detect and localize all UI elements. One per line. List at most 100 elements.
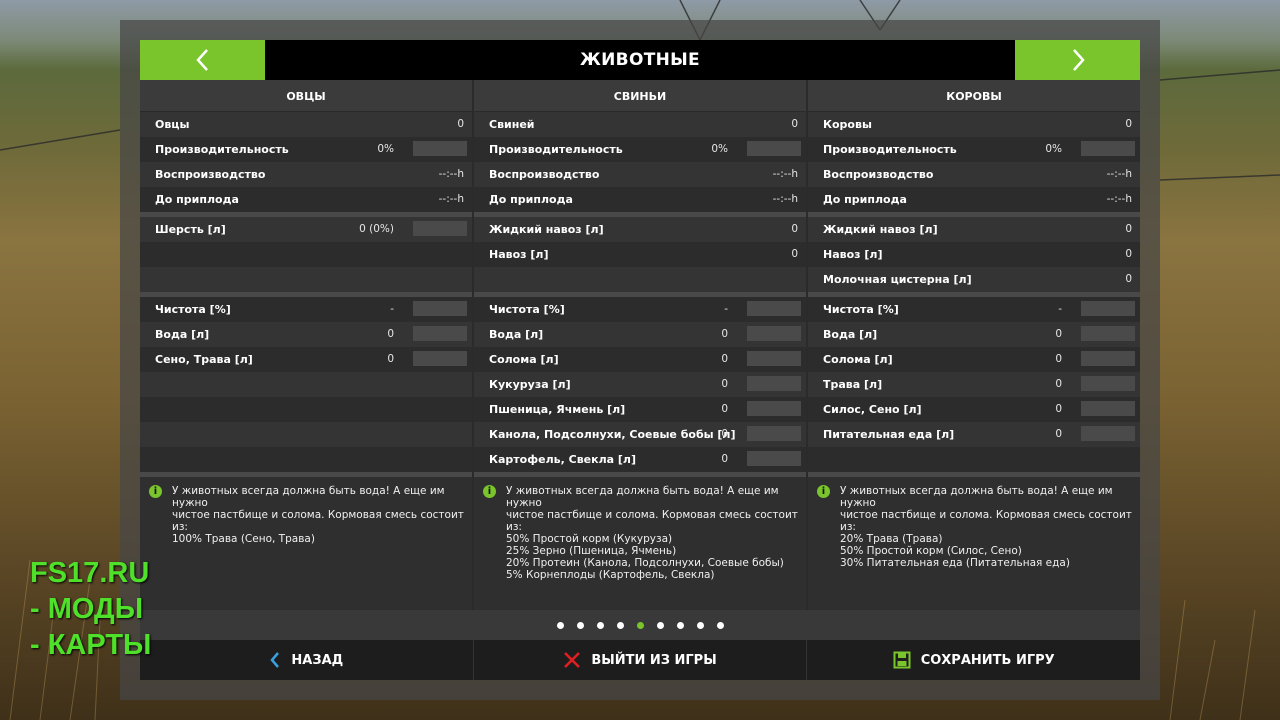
close-x-icon [564, 652, 581, 668]
level-bar [747, 451, 801, 466]
column-header: СВИНЬИ [474, 80, 806, 112]
level-bar [1081, 351, 1135, 366]
stat-row: Производительность 0% [808, 137, 1140, 162]
animal-column: КОРОВЫ Коровы 0 Производительность 0% Воспрои… [808, 80, 1140, 610]
info-line: 50% Простой корм (Силос, Сено) [840, 545, 1022, 557]
level-bar [413, 141, 467, 156]
info-line: из: [840, 521, 856, 533]
stat-value: --:--h [438, 193, 464, 205]
stat-label: Чистота [%] [489, 303, 565, 316]
info-line: чистое пастбище и солома. Кормовая смесь… [506, 509, 798, 521]
animals-panel: ЖИВОТНЫЕ ОВЦЫ Овцы 0 Производительность 0% Во… [140, 40, 1140, 680]
stat-label: Жидкий навоз [л] [823, 223, 938, 236]
watermark: FS17.RU - МОДЫ - КАРТЫ [30, 555, 151, 663]
stat-row: Чистота [%] - [140, 297, 472, 322]
watermark-line: - МОДЫ [30, 593, 144, 625]
stat-row: Трава [л] 0 [808, 372, 1140, 397]
page-dot[interactable] [596, 621, 604, 629]
stat-value: 0 [1055, 353, 1062, 365]
stat-value: 0 [721, 453, 728, 465]
level-bar [747, 426, 801, 441]
next-page-button[interactable] [1015, 40, 1140, 80]
stat-row [140, 267, 472, 292]
stat-row: Канола, Подсолнухи, Соевые бобы [л] 0 [474, 422, 806, 447]
page-dot[interactable] [576, 621, 584, 629]
info-line [840, 569, 1132, 581]
stat-row: Воспроизводство --:--h [808, 162, 1140, 187]
floppy-disk-icon [893, 651, 911, 669]
stat-label: Канола, Подсолнухи, Соевые бобы [л] [489, 428, 736, 441]
stat-row [474, 267, 806, 292]
level-bar [747, 401, 801, 416]
page-dot[interactable] [696, 621, 704, 629]
info-line: из: [172, 521, 188, 533]
info-line: 20% Протеин (Канола, Подсолнухи, Соевые … [506, 557, 784, 569]
back-button[interactable]: НАЗАД [140, 640, 474, 680]
stat-label: Трава [л] [823, 378, 883, 391]
stat-row: Солома [л] 0 [808, 347, 1140, 372]
stat-value: - [1058, 303, 1062, 315]
info-line: чистое пастбище и солома. Кормовая смесь… [172, 509, 464, 521]
watermark-line: FS17.RU [30, 557, 150, 589]
stat-label: Сено, Трава [л] [155, 353, 253, 366]
stat-row: Производительность 0% [474, 137, 806, 162]
stat-value: 0% [711, 143, 728, 155]
save-label: СОХРАНИТЬ ИГРУ [920, 652, 1055, 668]
level-bar [413, 221, 467, 236]
stat-label: Воспроизводство [155, 168, 266, 181]
stat-row [140, 447, 472, 472]
level-bar [1081, 426, 1135, 441]
stat-value: 0 [721, 353, 728, 365]
stat-value: 0 [1055, 378, 1062, 390]
stat-label: Чистота [%] [155, 303, 231, 316]
page-dot[interactable] [676, 621, 684, 629]
stat-label: Чистота [%] [823, 303, 899, 316]
info-line: 100% Трава (Сено, Трава) [172, 533, 315, 545]
stat-row: Навоз [л] 0 [474, 242, 806, 267]
level-bar [413, 351, 467, 366]
info-line: У животных всегда должна быть вода! А ещ… [506, 485, 779, 509]
page-dot[interactable] [616, 621, 624, 629]
info-line: 20% Трава (Трава) [840, 533, 943, 545]
stat-label: Производительность [489, 143, 623, 156]
animal-column: СВИНЬИ Свиней 0 Производительность 0% Воспрои… [474, 80, 806, 610]
stat-row: Силос, Сено [л] 0 [808, 397, 1140, 422]
stat-value: 0 [721, 378, 728, 390]
stat-row: Пшеница, Ячмень [л] 0 [474, 397, 806, 422]
info-icon: i [483, 485, 496, 498]
page-dot[interactable] [716, 621, 724, 629]
stat-label: Жидкий навоз [л] [489, 223, 604, 236]
page-dot[interactable] [556, 621, 564, 629]
stat-value: 0 [1125, 248, 1132, 260]
stat-row: Солома [л] 0 [474, 347, 806, 372]
stat-value: 0 [721, 428, 728, 440]
stat-value: 0 [1125, 223, 1132, 235]
info-line: 25% Зерно (Пшеница, Ячмень) [506, 545, 677, 557]
stat-value: 0 [457, 118, 464, 130]
info-line: 50% Простой корм (Кукуруза) [506, 533, 673, 545]
stat-row: До приплода --:--h [474, 187, 806, 212]
page-dot[interactable] [656, 621, 664, 629]
stat-label: Питательная еда [л] [823, 428, 955, 441]
info-text: i У животных всегда должна быть вода! А е… [140, 477, 472, 574]
page-dot[interactable] [636, 621, 644, 629]
stat-row: Жидкий навоз [л] 0 [808, 217, 1140, 242]
stat-row [808, 447, 1140, 472]
stat-label: Производительность [823, 143, 957, 156]
stat-value: 0 [1055, 328, 1062, 340]
info-line: У животных всегда должна быть вода! А ещ… [172, 485, 445, 509]
stat-label: Навоз [л] [823, 248, 883, 261]
stat-value: --:--h [772, 168, 798, 180]
stat-value: 0 [1125, 118, 1132, 130]
stat-value: 0 (0%) [359, 223, 394, 235]
stat-value: 0 [1055, 428, 1062, 440]
stat-row: Кукуруза [л] 0 [474, 372, 806, 397]
stat-label: Солома [л] [489, 353, 559, 366]
prev-page-button[interactable] [140, 40, 265, 80]
stat-row: До приплода --:--h [808, 187, 1140, 212]
stat-row: Чистота [%] - [474, 297, 806, 322]
save-game-button[interactable]: СОХРАНИТЬ ИГРУ [807, 640, 1140, 680]
stat-label: Кукуруза [л] [489, 378, 571, 391]
info-line [172, 557, 464, 569]
quit-game-button[interactable]: ВЫЙТИ ИЗ ИГРЫ [474, 640, 808, 680]
